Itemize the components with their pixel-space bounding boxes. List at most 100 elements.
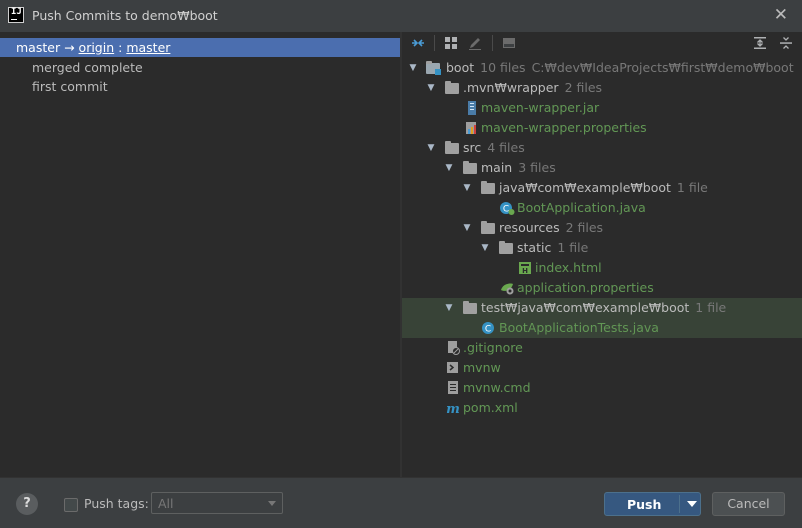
tree-row-file[interactable]: .gitignore <box>402 338 802 358</box>
file-name: mvnw.cmd <box>463 380 531 395</box>
close-icon[interactable]: ✕ <box>774 5 788 25</box>
file-name: .gitignore <box>463 340 523 355</box>
tree-row-root[interactable]: ▼ boot 10 files C:₩dev₩IdeaProjects₩first₩… <box>402 58 802 78</box>
file-count: 2 files <box>565 220 604 235</box>
chevron-down-icon[interactable]: ▼ <box>425 78 437 98</box>
tree-row-static[interactable]: ▼ static 1 file <box>402 238 802 258</box>
folder-icon <box>463 301 479 315</box>
commit-item[interactable]: first commit <box>0 77 400 96</box>
chevron-down-icon[interactable]: ▼ <box>461 178 473 198</box>
button-separator <box>679 495 680 513</box>
expand-all-icon[interactable] <box>752 35 768 51</box>
commits-panel: master → origin : master merged complete… <box>0 32 400 477</box>
jar-file-icon <box>464 101 480 115</box>
svg-text:H: H <box>522 267 528 275</box>
push-tags-checkbox[interactable] <box>64 498 78 512</box>
ignore-file-icon <box>445 341 461 355</box>
chevron-down-icon[interactable]: ▼ <box>479 238 491 258</box>
folder-icon <box>445 141 461 155</box>
file-name: application.properties <box>517 280 654 295</box>
push-tags-select[interactable]: All <box>151 492 283 514</box>
tree-row-file[interactable]: C BootApplicationTests.java <box>402 318 802 338</box>
tree-row-file[interactable]: C BootApplication.java <box>402 198 802 218</box>
push-tags-value: All <box>158 496 174 511</box>
root-label: boot <box>446 60 475 75</box>
chevron-down-icon[interactable]: ▼ <box>425 138 437 158</box>
shell-script-icon <box>445 361 461 375</box>
toolbar-separator <box>434 35 435 51</box>
tree-row-main[interactable]: ▼ main 3 files <box>402 158 802 178</box>
file-name: BootApplicationTests.java <box>499 320 659 335</box>
push-options-dropdown-icon[interactable] <box>687 501 697 507</box>
file-name: BootApplication.java <box>517 200 646 215</box>
push-button[interactable]: Push <box>604 492 701 516</box>
file-name: pom.xml <box>463 400 518 415</box>
show-diff-icon[interactable] <box>410 35 426 51</box>
target-branch-link[interactable]: master <box>126 40 170 55</box>
push-tags-label: Push tags: <box>84 496 149 511</box>
tree-row-java-package[interactable]: ▼ java₩com₩example₩boot 1 file <box>402 178 802 198</box>
intellij-app-icon: IJ <box>8 7 24 23</box>
chevron-down-icon[interactable]: ▼ <box>443 158 455 178</box>
folder-label: main <box>481 160 513 175</box>
commit-message: first commit <box>32 79 108 94</box>
java-class-icon: C <box>481 321 497 335</box>
tree-row-file[interactable]: m pom.xml <box>402 398 802 418</box>
help-icon[interactable]: ? <box>16 493 38 515</box>
folder-icon <box>445 81 461 95</box>
chevron-down-icon[interactable]: ▼ <box>461 218 473 238</box>
collapse-all-icon[interactable] <box>778 35 794 51</box>
root-path: C:₩dev₩IdeaProjects₩first₩demo₩boot <box>531 60 794 75</box>
svg-text:C: C <box>485 325 491 335</box>
folder-label: static <box>517 240 552 255</box>
changes-panel: ▼ boot 10 files C:₩dev₩IdeaProjects₩first₩… <box>402 32 802 477</box>
maven-icon: m <box>445 401 461 417</box>
branch-arrow: → <box>64 40 75 55</box>
tree-row-file[interactable]: mvnw <box>402 358 802 378</box>
tree-row-file[interactable]: application.properties <box>402 278 802 298</box>
folder-label: src <box>463 140 482 155</box>
folder-label: test₩java₩com₩example₩boot <box>481 300 690 315</box>
tree-row-resources[interactable]: ▼ resources 2 files <box>402 218 802 238</box>
branch-row[interactable]: master → origin : master <box>0 38 400 57</box>
file-count: 3 files <box>518 160 556 175</box>
folder-icon <box>463 161 479 175</box>
folder-icon <box>499 241 515 255</box>
file-count: 1 file <box>676 180 708 195</box>
push-button-label: Push <box>627 497 662 512</box>
file-count: 2 files <box>564 80 603 95</box>
file-count: 1 file <box>557 240 589 255</box>
chevron-down-icon[interactable]: ▼ <box>407 58 419 78</box>
chevron-down-icon[interactable]: ▼ <box>443 298 455 318</box>
root-count: 10 files <box>480 60 526 75</box>
title-bar: IJ Push Commits to demo₩boot ✕ <box>0 0 802 32</box>
svg-text:m: m <box>446 402 460 415</box>
tree-row-mvn-wrapper[interactable]: ▼ .mvn₩wrapper 2 files <box>402 78 802 98</box>
tree-row-file[interactable]: mvnw.cmd <box>402 378 802 398</box>
tree-row-file[interactable]: H index.html <box>402 258 802 278</box>
edit-icon[interactable] <box>467 35 483 51</box>
group-by-icon[interactable] <box>443 35 459 51</box>
folder-icon <box>481 181 497 195</box>
file-name: maven-wrapper.jar <box>481 100 600 115</box>
text-file-icon <box>445 381 461 395</box>
changes-toolbar <box>402 32 802 54</box>
tree-row-file[interactable]: maven-wrapper.jar <box>402 98 802 118</box>
remote-name-link[interactable]: origin <box>79 40 115 55</box>
tree-row-test-package[interactable]: ▼ test₩java₩com₩example₩boot 1 file <box>402 298 802 318</box>
tree-row-file[interactable]: maven-wrapper.properties <box>402 118 802 138</box>
folder-label: resources <box>499 220 560 235</box>
dialog-footer: ? Push tags: All Push Cancel <box>0 477 802 528</box>
commit-message: merged complete <box>32 60 143 75</box>
tree-row-src[interactable]: ▼ src 4 files <box>402 138 802 158</box>
html-file-icon: H <box>517 261 533 275</box>
folder-label: java₩com₩example₩boot <box>499 180 671 195</box>
commit-item[interactable]: merged complete <box>0 58 400 77</box>
local-branch: master <box>16 40 61 55</box>
svg-text:C: C <box>503 205 509 215</box>
cancel-button[interactable]: Cancel <box>712 492 785 516</box>
module-folder-icon <box>426 61 442 75</box>
folder-label: .mvn₩wrapper <box>463 80 559 95</box>
preview-icon[interactable] <box>501 35 517 51</box>
window-title: Push Commits to demo₩boot <box>32 8 218 23</box>
